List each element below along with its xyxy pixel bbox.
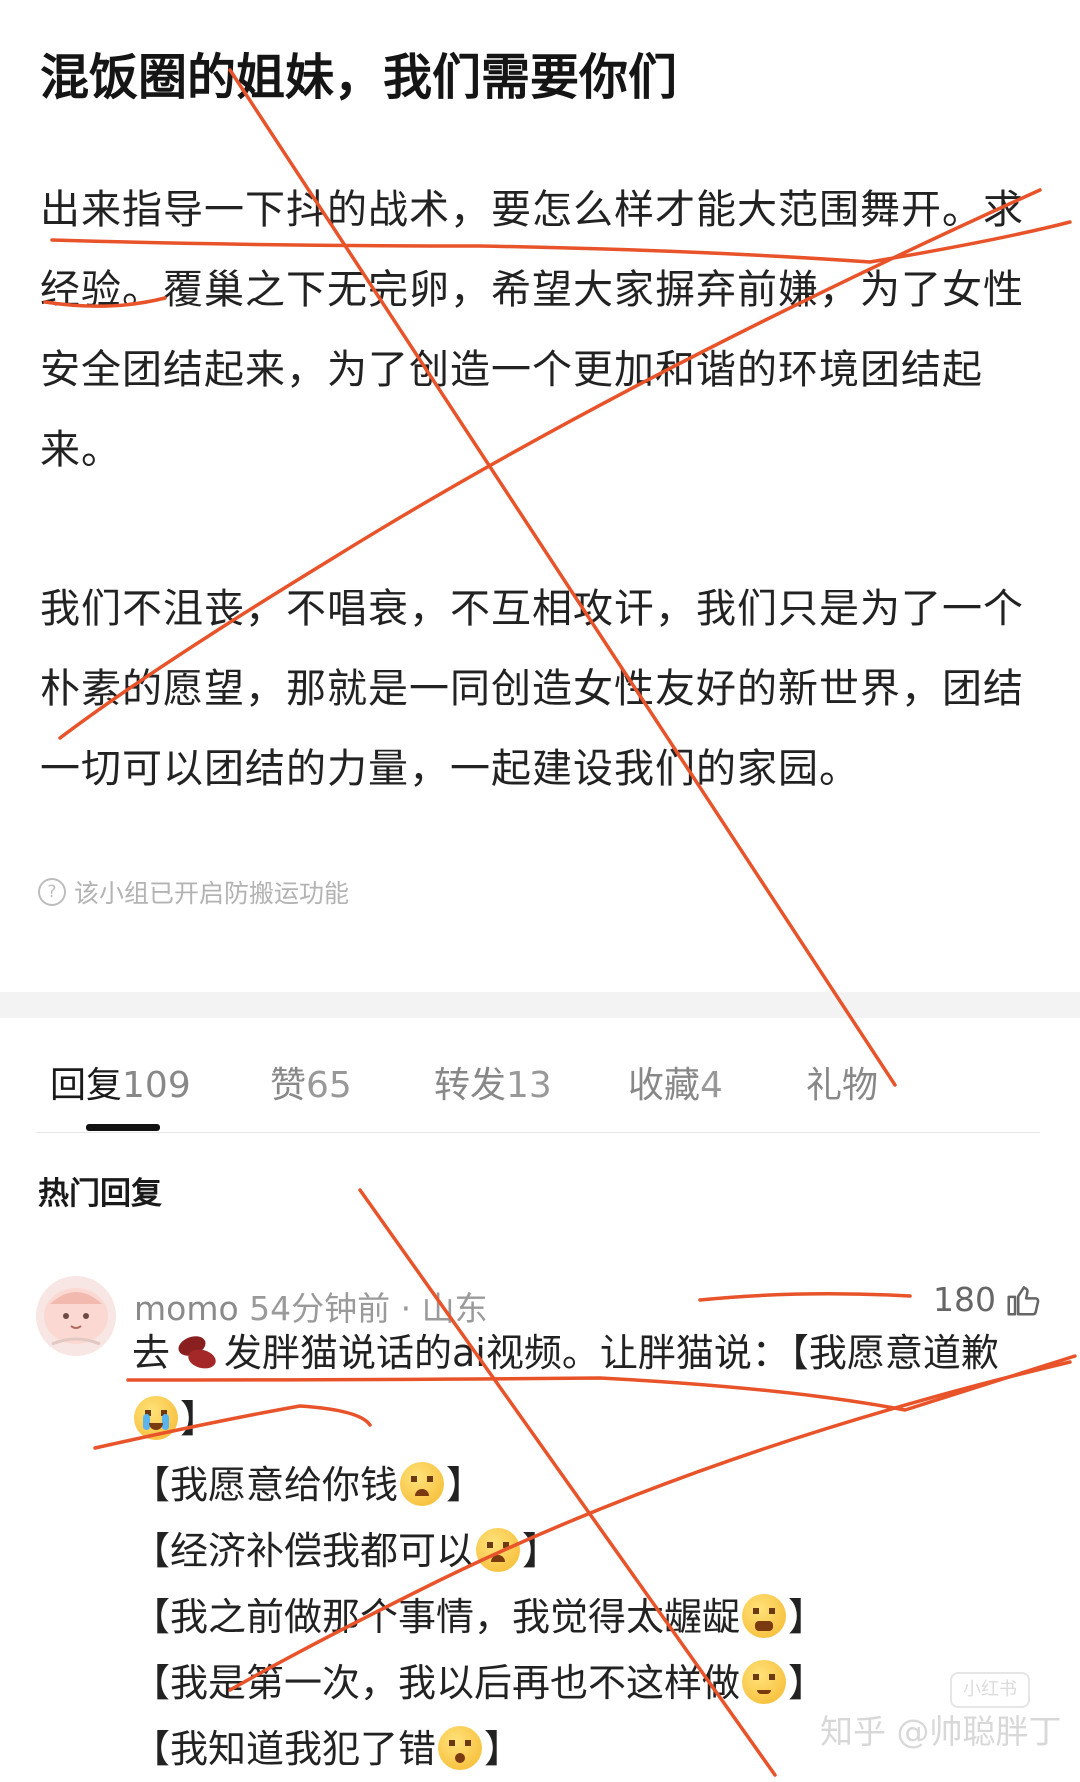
- tab-label: 礼物: [806, 1065, 879, 1106]
- comment-text: 】: [180, 1397, 219, 1441]
- tab-count: 109: [122, 1065, 191, 1106]
- comment-text: 【我之前做那个事情，我觉得太龌龊: [132, 1595, 741, 1639]
- notice-text: 该小组已开启防搬运功能: [74, 879, 350, 908]
- confounded-face-icon: [742, 1660, 787, 1704]
- comment-like-button[interactable]: 180: [933, 1280, 1042, 1319]
- tab-count: 65: [306, 1065, 352, 1106]
- xiaohongshu-watermark-badge: 小红书: [950, 1672, 1030, 1708]
- comment-text: 【经济补偿我都可以: [132, 1529, 475, 1573]
- post-paragraph-2: 我们不沮丧，不唱衰，不互相攻讦，我们只是为了一个朴素的愿望，那就是一同创造女性友…: [40, 586, 1024, 792]
- comment-text: 】: [522, 1529, 561, 1573]
- post-title: 混饭圈的姐妹，我们需要你们: [40, 49, 678, 106]
- thumbs-up-icon: [1007, 1285, 1040, 1316]
- comment-line: 去 发胖猫说话的ai视频。让胖猫说：【我愿意道歉】: [132, 1320, 1032, 1452]
- tab-favorites[interactable]: 收藏4: [628, 1056, 723, 1108]
- post-paragraph-1: 出来指导一下抖的战术，要怎么样才能大范围舞开。求经验。覆巢之下无完卵，希望大家摒…: [40, 187, 1024, 473]
- comment-text: 【我是第一次，我以后再也不这样做: [132, 1661, 741, 1705]
- comment-text: 】: [446, 1463, 485, 1507]
- comment-text: 【我知道我犯了错: [132, 1727, 437, 1771]
- avatar-illustration: [44, 1288, 108, 1346]
- tab-label: 赞: [270, 1065, 307, 1106]
- tab-reposts[interactable]: 转发13: [434, 1056, 552, 1108]
- crying-face-icon: [134, 1396, 178, 1440]
- tab-label: 收藏: [628, 1065, 701, 1106]
- tab-count: 13: [506, 1065, 552, 1106]
- annotation-stroke-short: [698, 1292, 912, 1302]
- tired-face-icon: [742, 1594, 787, 1638]
- tab-replies[interactable]: 回复109: [50, 1056, 191, 1108]
- question-circle-icon: ?: [38, 878, 66, 906]
- comment-text: 】: [788, 1595, 827, 1639]
- pleading-face-icon: [400, 1462, 445, 1506]
- anti-repost-notice: ? 该小组已开启防搬运功能: [38, 872, 349, 912]
- like-count: 180: [933, 1280, 996, 1319]
- comment-text: 【我愿意给你钱: [132, 1463, 399, 1507]
- comment-line: 【我愿意给你钱 】: [132, 1452, 1032, 1518]
- comment-line: 【经济补偿我都可以 】: [132, 1518, 1032, 1584]
- section-divider: [0, 992, 1080, 1018]
- pleading-face-icon: [476, 1528, 521, 1572]
- tab-likes[interactable]: 赞65: [270, 1056, 352, 1108]
- tab-count: 4: [700, 1065, 723, 1106]
- comment-text: 】: [484, 1727, 523, 1771]
- tab-divider-line: [36, 1132, 1040, 1133]
- active-tab-indicator: [86, 1124, 160, 1131]
- avatar[interactable]: [36, 1276, 116, 1356]
- tab-bar: 回复109 赞65 转发13 收藏4 礼物: [0, 1018, 1080, 1134]
- tab-label: 转发: [434, 1065, 507, 1106]
- post-card: 混饭圈的姐妹，我们需要你们 出来指导一下抖的战术，要怎么样才能大范围舞开。求经验…: [0, 0, 1080, 990]
- comment-text: 去: [132, 1331, 171, 1375]
- comment-line: 【我之前做那个事情，我觉得太龌龊 】: [132, 1584, 1032, 1650]
- tab-label: 回复: [50, 1065, 123, 1106]
- surprised-face-icon: [438, 1726, 483, 1770]
- hot-replies-heading: 热门回复: [38, 1176, 162, 1212]
- kidney-beans-emoji-icon: [172, 1328, 222, 1372]
- tab-gifts[interactable]: 礼物: [806, 1056, 878, 1108]
- comment-text: 发胖猫说话的ai视频。让胖猫说：【我愿意道歉: [224, 1331, 999, 1375]
- comment-text: 】: [788, 1661, 827, 1705]
- zhihu-watermark: 知乎 @帅聪胖丁: [820, 1712, 1062, 1751]
